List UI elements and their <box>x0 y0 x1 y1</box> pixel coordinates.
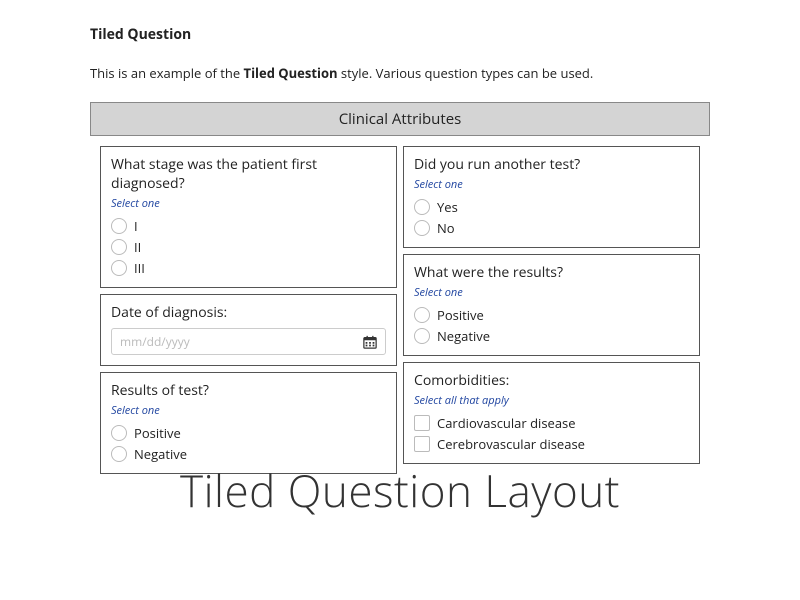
option-stage-3[interactable]: III <box>111 259 386 277</box>
option-label: III <box>134 259 145 277</box>
option-label: I <box>134 217 138 235</box>
question-label: What were the results? <box>414 263 689 282</box>
option-label: Positive <box>437 306 484 324</box>
calendar-icon <box>363 335 377 349</box>
page-heading: Tiled Question <box>90 25 710 44</box>
radio-icon <box>414 328 430 344</box>
question-label: Comorbidities: <box>414 371 689 390</box>
layout-caption: Tiled Question Layout <box>0 460 800 520</box>
question-hint: Select one <box>414 177 689 192</box>
intro-bold: Tiled Question <box>244 64 338 82</box>
checkbox-icon <box>414 415 430 431</box>
radio-icon <box>414 199 430 215</box>
option-cardiovascular[interactable]: Cardiovascular disease <box>414 414 689 432</box>
question-hint: Select one <box>111 196 386 211</box>
tile-another-test: Did you run another test? Select one Yes… <box>403 146 700 248</box>
option-label: II <box>134 238 141 256</box>
option-cerebrovascular[interactable]: Cerebrovascular disease <box>414 435 689 453</box>
option-label: No <box>437 219 455 237</box>
date-input[interactable]: mm/dd/yyyy <box>111 328 386 355</box>
intro-text: This is an example of the Tiled Question… <box>90 64 710 82</box>
radio-icon <box>111 218 127 234</box>
tile-columns: What stage was the patient first diagnos… <box>90 146 710 474</box>
option-label: Cardiovascular disease <box>437 414 576 432</box>
tile-what-results: What were the results? Select one Positi… <box>403 254 700 356</box>
radio-icon <box>111 260 127 276</box>
option-label: Negative <box>437 327 490 345</box>
option-positive[interactable]: Positive <box>111 424 386 442</box>
option-yes[interactable]: Yes <box>414 198 689 216</box>
question-label: Date of diagnosis: <box>111 303 386 322</box>
question-label: What stage was the patient first diagnos… <box>111 155 386 193</box>
question-label: Did you run another test? <box>414 155 689 174</box>
radio-icon <box>414 307 430 323</box>
date-placeholder: mm/dd/yyyy <box>120 333 190 350</box>
option-label: Positive <box>134 424 181 442</box>
options-group: Cardiovascular disease Cerebrovascular d… <box>414 414 689 453</box>
tile-comorbidities: Comorbidities: Select all that apply Car… <box>403 362 700 464</box>
intro-prefix: This is an example of the <box>90 64 244 82</box>
radio-icon <box>111 239 127 255</box>
options-group: Positive Negative <box>111 424 386 463</box>
option-negative[interactable]: Negative <box>414 327 689 345</box>
radio-icon <box>111 425 127 441</box>
option-stage-2[interactable]: II <box>111 238 386 256</box>
option-positive[interactable]: Positive <box>414 306 689 324</box>
tile-test-results: Results of test? Select one Positive Neg… <box>100 372 397 474</box>
radio-icon <box>414 220 430 236</box>
question-hint: Select one <box>111 403 386 418</box>
question-label: Results of test? <box>111 381 386 400</box>
question-hint: Select one <box>414 285 689 300</box>
left-column: What stage was the patient first diagnos… <box>100 146 397 474</box>
options-group: Positive Negative <box>414 306 689 345</box>
section-header: Clinical Attributes <box>90 102 710 136</box>
right-column: Did you run another test? Select one Yes… <box>403 146 700 474</box>
option-no[interactable]: No <box>414 219 689 237</box>
tile-diagnosis-date: Date of diagnosis: mm/dd/yyyy <box>100 294 397 366</box>
tile-stage: What stage was the patient first diagnos… <box>100 146 397 288</box>
checkbox-icon <box>414 436 430 452</box>
option-label: Cerebrovascular disease <box>437 435 585 453</box>
option-stage-1[interactable]: I <box>111 217 386 235</box>
options-group: I II III <box>111 217 386 277</box>
question-hint: Select all that apply <box>414 393 689 408</box>
intro-suffix: style. Various question types can be use… <box>338 64 594 82</box>
options-group: Yes No <box>414 198 689 237</box>
option-label: Yes <box>437 198 458 216</box>
